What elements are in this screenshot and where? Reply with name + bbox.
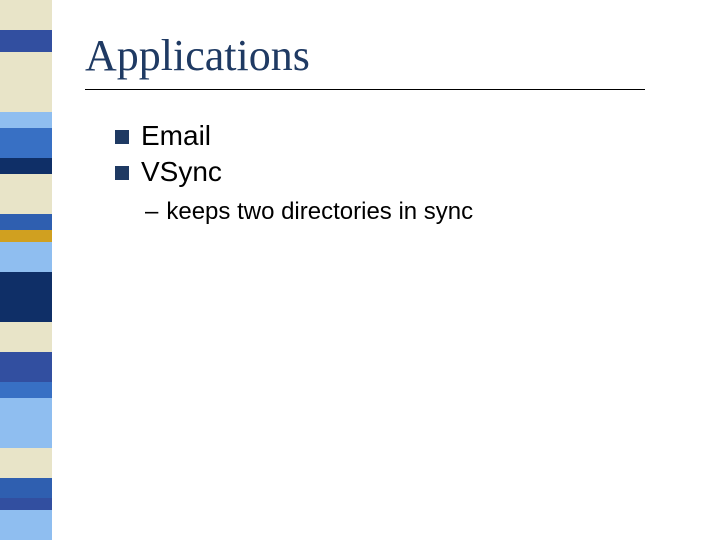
sub-bullet-text: keeps two directories in sync xyxy=(166,198,473,226)
sidebar-block xyxy=(0,158,52,174)
title-underline xyxy=(85,89,645,90)
sidebar-block xyxy=(0,214,52,230)
bullet-item: VSync xyxy=(115,156,690,188)
sidebar-block xyxy=(0,478,52,498)
dash-bullet-icon: – xyxy=(145,198,158,226)
sidebar-block xyxy=(0,128,52,158)
sidebar-block xyxy=(0,242,52,272)
slide-content: Applications Email VSync – keeps two dir… xyxy=(85,30,690,226)
bullet-text: Email xyxy=(141,120,211,152)
sidebar-block xyxy=(0,174,52,214)
slide-title: Applications xyxy=(85,30,690,81)
slide-body: Email VSync – keeps two directories in s… xyxy=(85,120,690,226)
sidebar-block xyxy=(0,230,52,242)
sidebar-block xyxy=(0,272,52,322)
sidebar-block xyxy=(0,510,52,540)
sidebar-block xyxy=(0,352,52,382)
bullet-text: VSync xyxy=(141,156,222,188)
sidebar-block xyxy=(0,322,52,352)
sidebar-block xyxy=(0,30,52,52)
decorative-sidebar xyxy=(0,0,52,540)
sidebar-block xyxy=(0,52,52,112)
sidebar-block xyxy=(0,498,52,510)
sidebar-block xyxy=(0,382,52,398)
sidebar-block xyxy=(0,112,52,128)
slide: Applications Email VSync – keeps two dir… xyxy=(0,0,720,540)
sub-bullet-item: – keeps two directories in sync xyxy=(145,198,690,226)
bullet-item: Email xyxy=(115,120,690,152)
sidebar-block xyxy=(0,398,52,448)
sidebar-block xyxy=(0,0,52,30)
sidebar-block xyxy=(0,448,52,478)
square-bullet-icon xyxy=(115,130,129,144)
square-bullet-icon xyxy=(115,166,129,180)
